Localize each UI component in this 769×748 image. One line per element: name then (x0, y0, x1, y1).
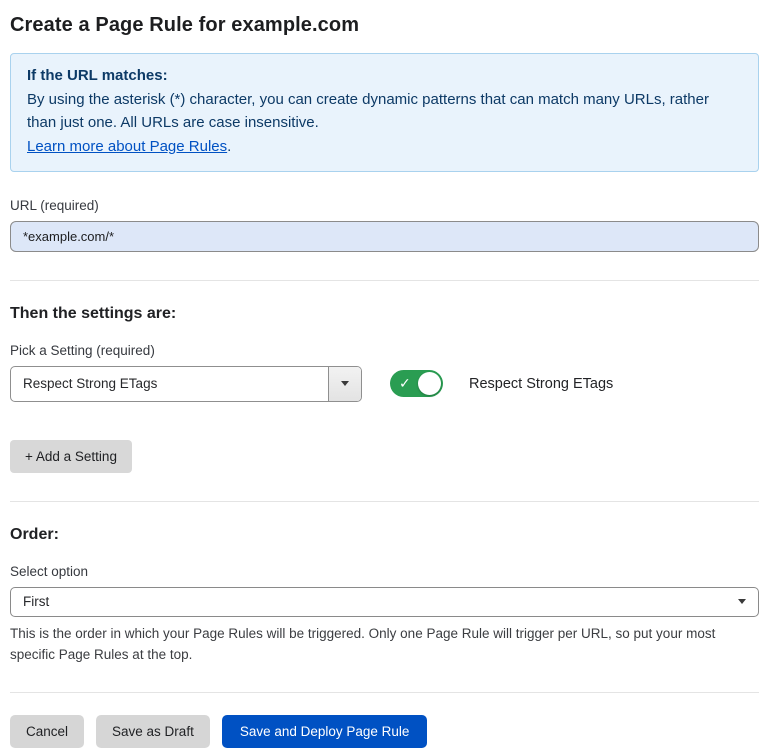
setting-select-value: Respect Strong ETags (11, 367, 328, 401)
order-select[interactable]: First (10, 587, 759, 617)
divider (10, 501, 759, 502)
save-deploy-button[interactable]: Save and Deploy Page Rule (222, 715, 428, 748)
setting-select-caret-button[interactable] (328, 367, 361, 401)
toggle-knob (418, 372, 441, 395)
info-box-body: By using the asterisk (*) character, you… (27, 88, 742, 135)
check-icon: ✓ (399, 374, 411, 392)
chevron-down-icon (738, 599, 746, 604)
url-label: URL (required) (10, 198, 759, 213)
setting-select[interactable]: Respect Strong ETags (10, 366, 362, 402)
url-match-info-box: If the URL matches: By using the asteris… (10, 53, 759, 172)
toggle-label: Respect Strong ETags (469, 376, 613, 392)
divider (10, 280, 759, 281)
learn-more-link[interactable]: Learn more about Page Rules (27, 138, 227, 155)
footer-actions: Cancel Save as Draft Save and Deploy Pag… (10, 693, 759, 748)
pick-setting-label: Pick a Setting (required) (10, 343, 759, 358)
chevron-down-icon (341, 381, 349, 386)
link-period: . (227, 138, 231, 155)
order-help-text: This is the order in which your Page Rul… (10, 624, 755, 666)
order-select-value: First (23, 594, 49, 609)
etags-toggle[interactable]: ✓ (390, 370, 443, 397)
info-box-heading: If the URL matches: (27, 64, 742, 88)
settings-heading: Then the settings are: (10, 305, 759, 323)
add-setting-button[interactable]: + Add a Setting (10, 440, 132, 473)
save-draft-button[interactable]: Save as Draft (96, 715, 210, 748)
url-input[interactable] (10, 221, 759, 252)
info-box-link-line: Learn more about Page Rules. (27, 135, 742, 159)
cancel-button[interactable]: Cancel (10, 715, 84, 748)
order-select-label: Select option (10, 564, 759, 579)
page-title: Create a Page Rule for example.com (10, 14, 759, 37)
setting-row: Respect Strong ETags ✓ Respect Strong ET… (10, 366, 759, 402)
page-rule-form: Create a Page Rule for example.com If th… (0, 0, 769, 748)
order-heading: Order: (10, 526, 759, 544)
